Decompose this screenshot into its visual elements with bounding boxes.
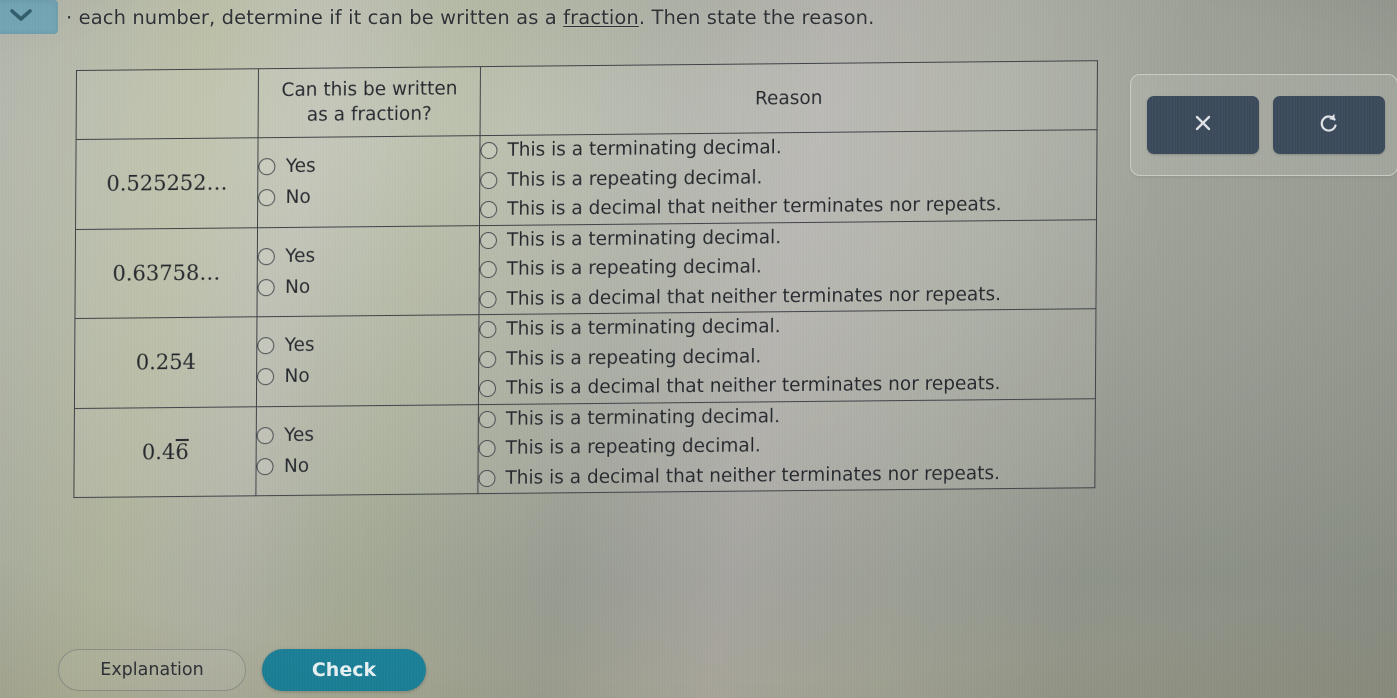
row-number-value: 0.4 <box>141 440 176 465</box>
radio-label: No <box>283 455 310 477</box>
radio-circle-icon[interactable] <box>479 201 498 219</box>
radio-label: Yes <box>284 424 315 446</box>
radio-option-yes[interactable]: Yes <box>257 418 478 451</box>
radio-circle-icon[interactable] <box>258 158 276 176</box>
radio-circle-icon[interactable] <box>257 368 275 386</box>
row-reason-cell: This is a terminating decimal. This is a… <box>479 129 1098 226</box>
explanation-button[interactable]: Explanation <box>58 649 246 691</box>
radio-label: No <box>284 366 310 388</box>
radio-label: Yes <box>284 334 315 357</box>
footer-actions: Explanation Check <box>58 642 426 698</box>
radio-label: This is a terminating decimal. <box>506 316 781 340</box>
radio-label: This is a terminating decimal. <box>507 137 782 161</box>
radio-label: This is a decimal that neither terminate… <box>505 373 1001 399</box>
undo-button[interactable] <box>1273 96 1385 154</box>
radio-label: This is a repeating decimal. <box>506 256 762 280</box>
radio-circle-icon[interactable] <box>479 231 497 249</box>
radio-label: This is a repeating decimal. <box>507 166 763 191</box>
radio-circle-icon[interactable] <box>480 142 498 160</box>
table-row: 0.525252… Yes No This is a terminating d… <box>75 129 1098 230</box>
radio-circle-icon[interactable] <box>257 337 275 355</box>
radio-label: This is a decimal that neither terminate… <box>506 194 1002 220</box>
radio-circle-icon[interactable] <box>479 290 497 308</box>
header-fraction-line2: as a fraction? <box>306 103 432 126</box>
table-row: 0.46 Yes No This is a terminating decima… <box>73 398 1096 498</box>
radio-label: This is a decimal that neither terminate… <box>506 283 1002 310</box>
close-x-icon <box>1190 110 1216 140</box>
row-number-value: 0.525252… <box>106 170 228 196</box>
radio-label: This is a repeating decimal. <box>505 435 761 459</box>
clear-button[interactable] <box>1147 96 1259 154</box>
row-reason-cell: This is a terminating decimal. This is a… <box>477 398 1096 494</box>
header-fraction-line1: Can this be written <box>281 78 458 102</box>
prompt-text-before: · each number, determine if it can be wr… <box>66 6 564 29</box>
radio-option-yes[interactable]: Yes <box>257 328 479 361</box>
chevron-down-icon <box>6 5 36 29</box>
row-number-overline: 6 <box>175 439 189 465</box>
radio-circle-icon[interactable] <box>257 426 275 445</box>
radio-circle-icon[interactable] <box>479 261 497 279</box>
row-reason-cell: This is a terminating decimal. This is a… <box>478 219 1097 315</box>
radio-label: This is a terminating decimal. <box>505 405 781 430</box>
radio-label: Yes <box>285 245 316 267</box>
radio-circle-icon[interactable] <box>258 247 276 266</box>
radio-option-no[interactable]: No <box>257 359 478 392</box>
radio-label: No <box>285 187 311 209</box>
radio-option-no[interactable]: No <box>256 449 478 482</box>
collapse-toggle-badge[interactable] <box>0 0 58 34</box>
question-prompt-text: · each number, determine if it can be wr… <box>66 6 874 29</box>
radio-option-neither[interactable]: This is a decimal that neither terminate… <box>478 458 1094 493</box>
row-yes-no-cell: Yes No <box>256 314 479 407</box>
radio-circle-icon[interactable] <box>478 440 496 458</box>
radio-circle-icon[interactable] <box>480 171 498 189</box>
row-reason-cell: This is a terminating decimal. This is a… <box>478 308 1096 405</box>
prompt-text-after: . Then state the reason. <box>638 6 875 29</box>
radio-circle-icon[interactable] <box>479 321 497 339</box>
row-number-cell: 0.46 <box>73 406 257 498</box>
radio-circle-icon[interactable] <box>479 350 497 368</box>
fraction-link[interactable]: fraction <box>563 6 639 29</box>
row-number-value: 0.254 <box>135 350 197 375</box>
row-number-cell: 0.254 <box>74 316 258 409</box>
undo-arrow-icon <box>1316 110 1342 140</box>
row-number-cell: 0.63758… <box>74 227 258 319</box>
radio-circle-icon[interactable] <box>478 469 496 487</box>
row-yes-no-cell: Yes No <box>257 225 480 317</box>
radio-label: This is a terminating decimal. <box>506 226 782 251</box>
header-fraction-column: Can this be written as a fraction? <box>258 66 481 138</box>
radio-circle-icon[interactable] <box>478 410 496 428</box>
radio-circle-icon[interactable] <box>256 457 274 476</box>
radio-circle-icon[interactable] <box>257 278 276 297</box>
table-row: 0.254 Yes No This is a terminating decim… <box>74 308 1096 409</box>
question-prompt-row: · each number, determine if it can be wr… <box>0 0 1000 44</box>
row-number-value: 0.63758… <box>112 260 221 286</box>
table-header-row: Can this be written as a fraction? Reaso… <box>76 60 1098 140</box>
check-button[interactable]: Check <box>262 649 426 691</box>
radio-label: This is a repeating decimal. <box>506 345 762 370</box>
row-number-cell: 0.525252… <box>75 137 259 230</box>
radio-circle-icon[interactable] <box>478 380 496 398</box>
radio-label: No <box>284 276 311 298</box>
tool-panel <box>1130 74 1397 176</box>
table-row: 0.63758… Yes No This is a terminating de… <box>74 219 1097 319</box>
header-reason-column: Reason <box>479 60 1098 136</box>
row-yes-no-cell: Yes No <box>256 404 479 496</box>
radio-circle-icon[interactable] <box>258 189 276 207</box>
radio-option-no[interactable]: No <box>257 270 479 303</box>
radio-label: Yes <box>285 155 316 178</box>
radio-option-no[interactable]: No <box>258 180 479 213</box>
row-yes-no-cell: Yes No <box>257 135 480 228</box>
radio-option-yes[interactable]: Yes <box>258 239 479 272</box>
header-number-column <box>76 68 259 140</box>
radio-label: This is a decimal that neither terminate… <box>505 462 1001 489</box>
radio-option-yes[interactable]: Yes <box>258 149 480 182</box>
question-table: Can this be written as a fraction? Reaso… <box>73 60 1098 499</box>
question-table-container: Can this be written as a fraction? Reaso… <box>73 60 1098 499</box>
